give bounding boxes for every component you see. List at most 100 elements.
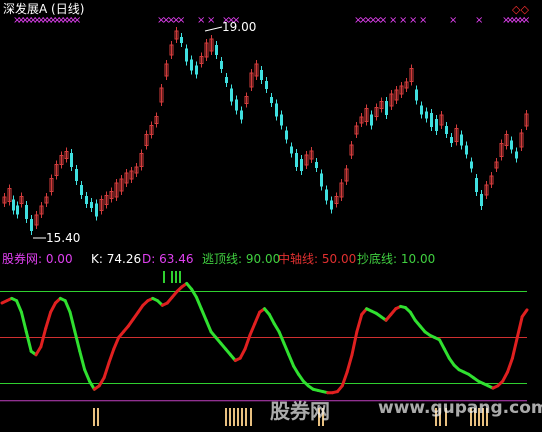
signal-cross: × xyxy=(522,15,530,26)
candle-body-down xyxy=(260,70,263,80)
candle-body-down xyxy=(215,45,218,55)
k-line-segment xyxy=(102,361,111,380)
watermark-text: 股券网 xyxy=(270,399,330,423)
candle-body-down xyxy=(470,161,473,169)
candle-body-down xyxy=(195,65,198,75)
signal-cross: × xyxy=(197,15,205,26)
candle-body-down xyxy=(280,114,283,126)
k-line-segment xyxy=(238,347,247,360)
signal-cross: × xyxy=(449,15,457,26)
k-line-segment xyxy=(49,301,57,314)
indicator-label-1: K: 74.26 xyxy=(91,252,141,266)
k-line-segment xyxy=(442,347,451,360)
candle-body-down xyxy=(325,189,328,201)
bottom-signal-bar xyxy=(225,408,227,426)
indicator-label-0: 股券网: 0.00 xyxy=(2,251,73,266)
k-line-segment xyxy=(282,341,291,357)
candle-body-down xyxy=(480,194,483,206)
top-signal-bar xyxy=(175,271,177,283)
k-line-segment xyxy=(515,315,524,339)
candle-body-down xyxy=(510,140,513,150)
candle-body-down xyxy=(275,103,278,117)
k-line-segment xyxy=(24,330,33,353)
candle-body-down xyxy=(450,137,453,143)
k-line-segment xyxy=(520,308,529,319)
k-line-segment xyxy=(63,299,72,314)
candle-body-down xyxy=(300,159,303,171)
chart-stage: ◇◇ × × × × × × × × × × × × × × × × × × × × × × × × × × × × × × × × × × × × × ×… xyxy=(0,0,542,428)
candle-body-down xyxy=(90,202,93,208)
indicator-label-4: 中轴线: 50.00 xyxy=(278,251,356,266)
candle-body-down xyxy=(430,113,433,127)
candle-body-down xyxy=(240,110,243,120)
k-line-segment xyxy=(355,313,364,334)
signal-cross: × xyxy=(73,15,81,26)
signal-cross: × xyxy=(399,15,407,26)
candle-body-down xyxy=(30,219,33,231)
candle-body-down xyxy=(415,89,418,101)
k-line-segment xyxy=(44,310,53,330)
watermark-url: www.gupang.com xyxy=(378,398,542,418)
candle-body-down xyxy=(25,205,28,219)
k-line-segment xyxy=(204,318,213,334)
k-line-segment xyxy=(83,368,91,383)
k-line-segment xyxy=(199,307,208,322)
candle-body-down xyxy=(515,151,518,159)
candle-body-down xyxy=(12,199,15,211)
candle-body-down xyxy=(385,101,388,115)
candle-body-down xyxy=(290,146,293,154)
bottom-signal-bar xyxy=(93,408,95,426)
k-line-segment xyxy=(267,313,276,326)
candle-body-down xyxy=(235,99,238,111)
window-title: 深发展A (日线) xyxy=(3,2,85,16)
candle-body-down xyxy=(230,88,233,102)
candle-body-down xyxy=(425,111,428,119)
candle-body-down xyxy=(475,178,478,192)
candle-body-down xyxy=(190,59,193,71)
candle-body-down xyxy=(95,203,98,217)
bottom-signal-bar xyxy=(241,408,243,426)
candle-body-down xyxy=(460,134,463,146)
k-line-segment xyxy=(501,370,510,383)
k-line-segment xyxy=(112,336,121,351)
candle-body-down xyxy=(295,153,298,167)
indicator-label-5: 抄底线: 10.00 xyxy=(357,251,435,266)
candle-body-down xyxy=(80,185,83,195)
top-signal-bar xyxy=(171,271,173,283)
signal-cross: × xyxy=(379,15,387,26)
candle-body-down xyxy=(70,153,73,167)
candle-body-down xyxy=(225,77,228,83)
chart-canvas: ◇◇×××××××××××××××× ××××× × × ××× ×××××× × × × × × ×… xyxy=(0,3,530,426)
k-line-segment xyxy=(350,330,359,357)
high-arrow xyxy=(204,26,223,32)
bottom-signal-bar xyxy=(250,408,252,426)
candle-body-down xyxy=(330,200,333,210)
signal-cross: × xyxy=(389,15,397,26)
bottom-signal-bar xyxy=(229,408,231,426)
k-line-segment xyxy=(19,310,28,334)
high-price-label: 19.00 xyxy=(222,20,256,34)
k-line-segment xyxy=(15,299,23,314)
signal-cross: × xyxy=(177,15,185,26)
indicator-label-2: D: 63.46 xyxy=(142,252,193,266)
candle-body-down xyxy=(465,145,468,155)
bottom-signal-bar xyxy=(245,408,247,426)
candle-body-down xyxy=(185,48,188,62)
k-line-segment xyxy=(248,322,257,337)
candle-body-down xyxy=(420,105,423,115)
candle-body-down xyxy=(220,61,223,69)
candle-body-down xyxy=(270,97,273,103)
candle-body-down xyxy=(370,114,373,126)
k-line-segment xyxy=(78,349,87,372)
top-signal-bar xyxy=(179,271,181,283)
k-line-segment xyxy=(510,336,519,360)
k-line-segment xyxy=(68,310,77,334)
candle-body-down xyxy=(435,119,438,131)
bottom-signal-bar xyxy=(97,408,99,426)
candle-body-down xyxy=(315,162,318,168)
candle-body-down xyxy=(285,130,288,140)
candle-body-down xyxy=(85,196,88,204)
candle-body-down xyxy=(16,205,19,215)
candle-body-down xyxy=(265,81,268,89)
k-line-segment xyxy=(438,338,446,351)
